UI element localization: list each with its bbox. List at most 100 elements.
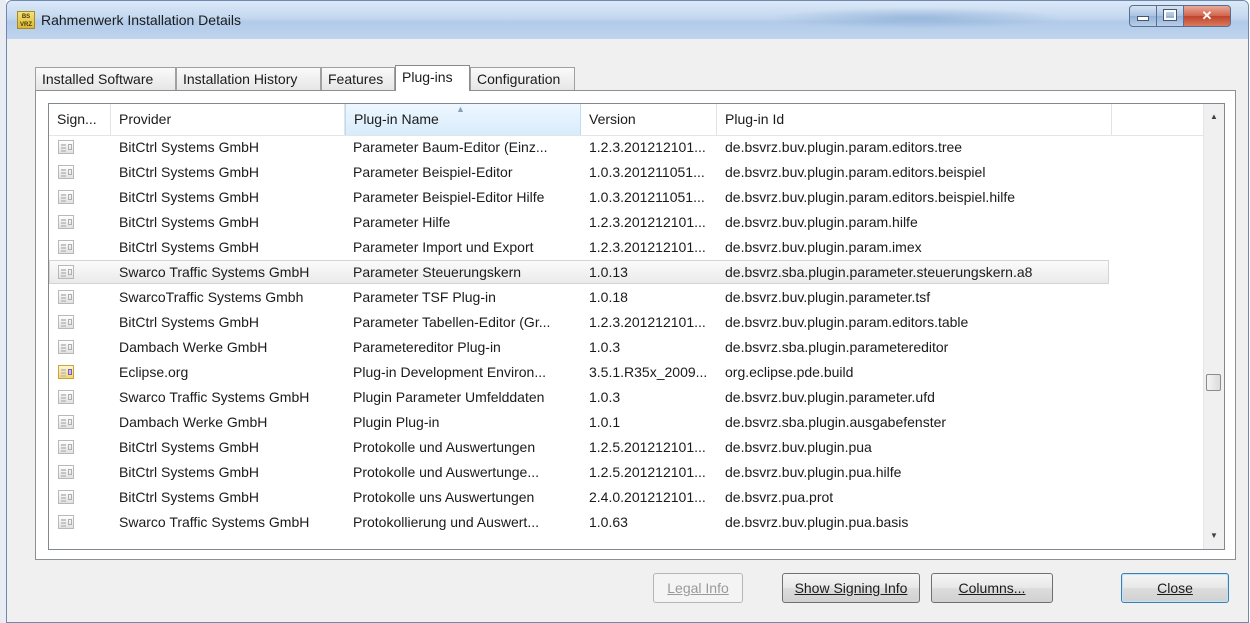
signed-icon — [58, 465, 74, 479]
table-row[interactable]: BitCtrl Systems GmbH Protokolle uns Auswe… — [49, 485, 1205, 510]
table-row[interactable]: Swarco Traffic Systems GmbH Protokollieru… — [49, 510, 1205, 535]
cell-name: Parameter Import und Export — [353, 239, 534, 255]
cell-provider: BitCtrl Systems GmbH — [119, 189, 260, 205]
title-bar-glow — [767, 7, 1067, 29]
cell-id: de.bsvrz.buv.plugin.param.editors.table — [725, 314, 969, 330]
signed-icon — [58, 415, 74, 429]
cell-name: Parameter TSF Plug-in — [353, 289, 496, 305]
maximize-icon — [1163, 9, 1177, 21]
cell-version: 1.2.5.201212101... — [589, 439, 706, 455]
show-signing-info-button[interactable]: Show Signing Info — [782, 573, 920, 603]
tab-features[interactable]: Features — [321, 67, 395, 90]
cell-name: Parameter Baum-Editor (Einz... — [353, 139, 548, 155]
cell-id: de.bsvrz.sba.plugin.parametereditor — [725, 339, 949, 355]
cell-provider: BitCtrl Systems GmbH — [119, 489, 260, 505]
table-row[interactable]: BitCtrl Systems GmbH Parameter Beispiel-E… — [49, 160, 1205, 185]
close-icon: ✕ — [1201, 8, 1213, 23]
signed-icon — [58, 315, 74, 329]
scrollbar-thumb[interactable] — [1206, 374, 1221, 391]
title-bar[interactable]: BS VRZ Rahmenwerk Installation Details ✕ — [7, 1, 1248, 39]
cell-version: 1.2.3.201212101... — [589, 314, 706, 330]
cell-id: de.bsvrz.buv.plugin.param.editors.beispi… — [725, 189, 1016, 205]
cell-id: de.bsvrz.buv.plugin.param.hilfe — [725, 214, 918, 230]
table-row[interactable]: Swarco Traffic Systems GmbH Plugin Parame… — [49, 385, 1205, 410]
table-row[interactable]: Dambach Werke GmbH Plugin Plug-in 1.0.1 de.… — [49, 410, 1205, 435]
tab-installation-history[interactable]: Installation History — [176, 67, 321, 90]
cell-provider: BitCtrl Systems GmbH — [119, 239, 260, 255]
cell-name: Parameter Beispiel-Editor Hilfe — [353, 189, 545, 205]
cell-provider: BitCtrl Systems GmbH — [119, 164, 260, 180]
cell-name: Parameter Tabellen-Editor (Gr... — [353, 314, 551, 330]
cell-id: de.bsvrz.buv.plugin.parameter.ufd — [725, 389, 935, 405]
cell-id: de.bsvrz.buv.plugin.parameter.tsf — [725, 289, 931, 305]
cell-name: Parameter Hilfe — [353, 214, 451, 230]
column-header-plug-in-name[interactable]: ▲ Plug-in Name — [345, 104, 581, 135]
sort-ascending-icon: ▲ — [456, 104, 465, 114]
cell-version: 1.0.18 — [589, 289, 628, 305]
cell-provider: BitCtrl Systems GmbH — [119, 314, 260, 330]
column-header-provider[interactable]: Provider — [111, 104, 345, 135]
columns-button[interactable]: Columns... — [931, 573, 1053, 603]
table-row[interactable]: Swarco Traffic Systems GmbH Parameter Ste… — [49, 260, 1205, 285]
legal-info-button[interactable]: Legal Info — [653, 573, 743, 603]
column-header-sign[interactable]: Sign... — [49, 104, 111, 135]
cell-provider: Eclipse.org — [119, 364, 189, 380]
tab-installed-software[interactable]: Installed Software — [35, 67, 176, 90]
eclipse-signed-icon — [58, 365, 74, 379]
table-row[interactable]: SwarcoTraffic Systems Gmbh Parameter TSF … — [49, 285, 1205, 310]
signed-icon — [58, 240, 74, 254]
vertical-scrollbar[interactable]: ▲ ▼ — [1203, 104, 1224, 549]
table-row[interactable]: Eclipse.org Plug-in Development Environ..… — [49, 360, 1205, 385]
installation-details-window: BS VRZ Rahmenwerk Installation Details ✕… — [6, 0, 1249, 623]
cell-id: de.bsvrz.pua.prot — [725, 489, 834, 505]
cell-version: 1.2.3.201212101... — [589, 214, 706, 230]
plug-ins-panel: Sign... Provider ▲ Plug-in Name Version … — [35, 90, 1236, 560]
table-row[interactable]: Dambach Werke GmbH Parametereditor Plug-i… — [49, 335, 1205, 360]
scroll-up-icon[interactable]: ▲ — [1204, 108, 1224, 126]
close-button[interactable]: Close — [1121, 573, 1229, 603]
cell-id: de.bsvrz.sba.plugin.ausgabefenster — [725, 414, 947, 430]
close-window-button[interactable]: ✕ — [1183, 5, 1231, 27]
cell-id: de.bsvrz.buv.plugin.param.editors.tree — [725, 139, 963, 155]
cell-id: org.eclipse.pde.build — [725, 364, 854, 380]
tab-configuration[interactable]: Configuration — [470, 67, 575, 90]
tab-plug-ins[interactable]: Plug-ins — [395, 65, 470, 91]
table-row[interactable]: BitCtrl Systems GmbH Parameter Hilfe 1.2.3… — [49, 210, 1205, 235]
signed-icon — [58, 215, 74, 229]
cell-name: Parameter Beispiel-Editor — [353, 164, 513, 180]
table-row[interactable]: BitCtrl Systems GmbH Parameter Baum-Edito… — [49, 135, 1205, 160]
signed-icon — [58, 140, 74, 154]
cell-provider: Swarco Traffic Systems GmbH — [119, 514, 310, 530]
table-row[interactable]: BitCtrl Systems GmbH Protokolle und Auswe… — [49, 435, 1205, 460]
signed-icon — [58, 265, 74, 279]
cell-provider: BitCtrl Systems GmbH — [119, 214, 260, 230]
column-header-plug-in-id[interactable]: Plug-in Id — [717, 104, 1112, 135]
table-row[interactable]: BitCtrl Systems GmbH Parameter Import und… — [49, 235, 1205, 260]
cell-provider: SwarcoTraffic Systems Gmbh — [119, 289, 304, 305]
table-header: Sign... Provider ▲ Plug-in Name Version … — [49, 104, 1205, 136]
cell-version: 1.0.13 — [589, 264, 628, 280]
cell-version: 1.2.5.201212101... — [589, 464, 706, 480]
signed-icon — [58, 190, 74, 204]
table-row[interactable]: BitCtrl Systems GmbH Parameter Beispiel-E… — [49, 185, 1205, 210]
minimize-icon — [1137, 16, 1149, 21]
scroll-down-icon[interactable]: ▼ — [1204, 527, 1224, 545]
maximize-button[interactable] — [1156, 5, 1184, 27]
cell-version: 1.0.3.201211051... — [589, 164, 705, 180]
plug-ins-table: Sign... Provider ▲ Plug-in Name Version … — [48, 103, 1225, 550]
minimize-button[interactable] — [1129, 5, 1157, 27]
cell-version: 1.0.63 — [589, 514, 628, 530]
cell-name: Protokolle und Auswertunge... — [353, 464, 540, 480]
signed-icon — [58, 340, 74, 354]
cell-version: 1.0.3.201211051... — [589, 189, 705, 205]
table-row[interactable]: BitCtrl Systems GmbH Parameter Tabellen-E… — [49, 310, 1205, 335]
cell-id: de.bsvrz.buv.plugin.pua.hilfe — [725, 464, 902, 480]
column-header-version[interactable]: Version — [581, 104, 717, 135]
table-row[interactable]: BitCtrl Systems GmbH Protokolle und Auswe… — [49, 460, 1205, 485]
cell-provider: Swarco Traffic Systems GmbH — [119, 264, 310, 280]
cell-provider: BitCtrl Systems GmbH — [119, 464, 260, 480]
cell-version: 1.0.1 — [589, 414, 621, 430]
signed-icon — [58, 515, 74, 529]
cell-provider: BitCtrl Systems GmbH — [119, 139, 260, 155]
window-title: Rahmenwerk Installation Details — [41, 12, 241, 28]
